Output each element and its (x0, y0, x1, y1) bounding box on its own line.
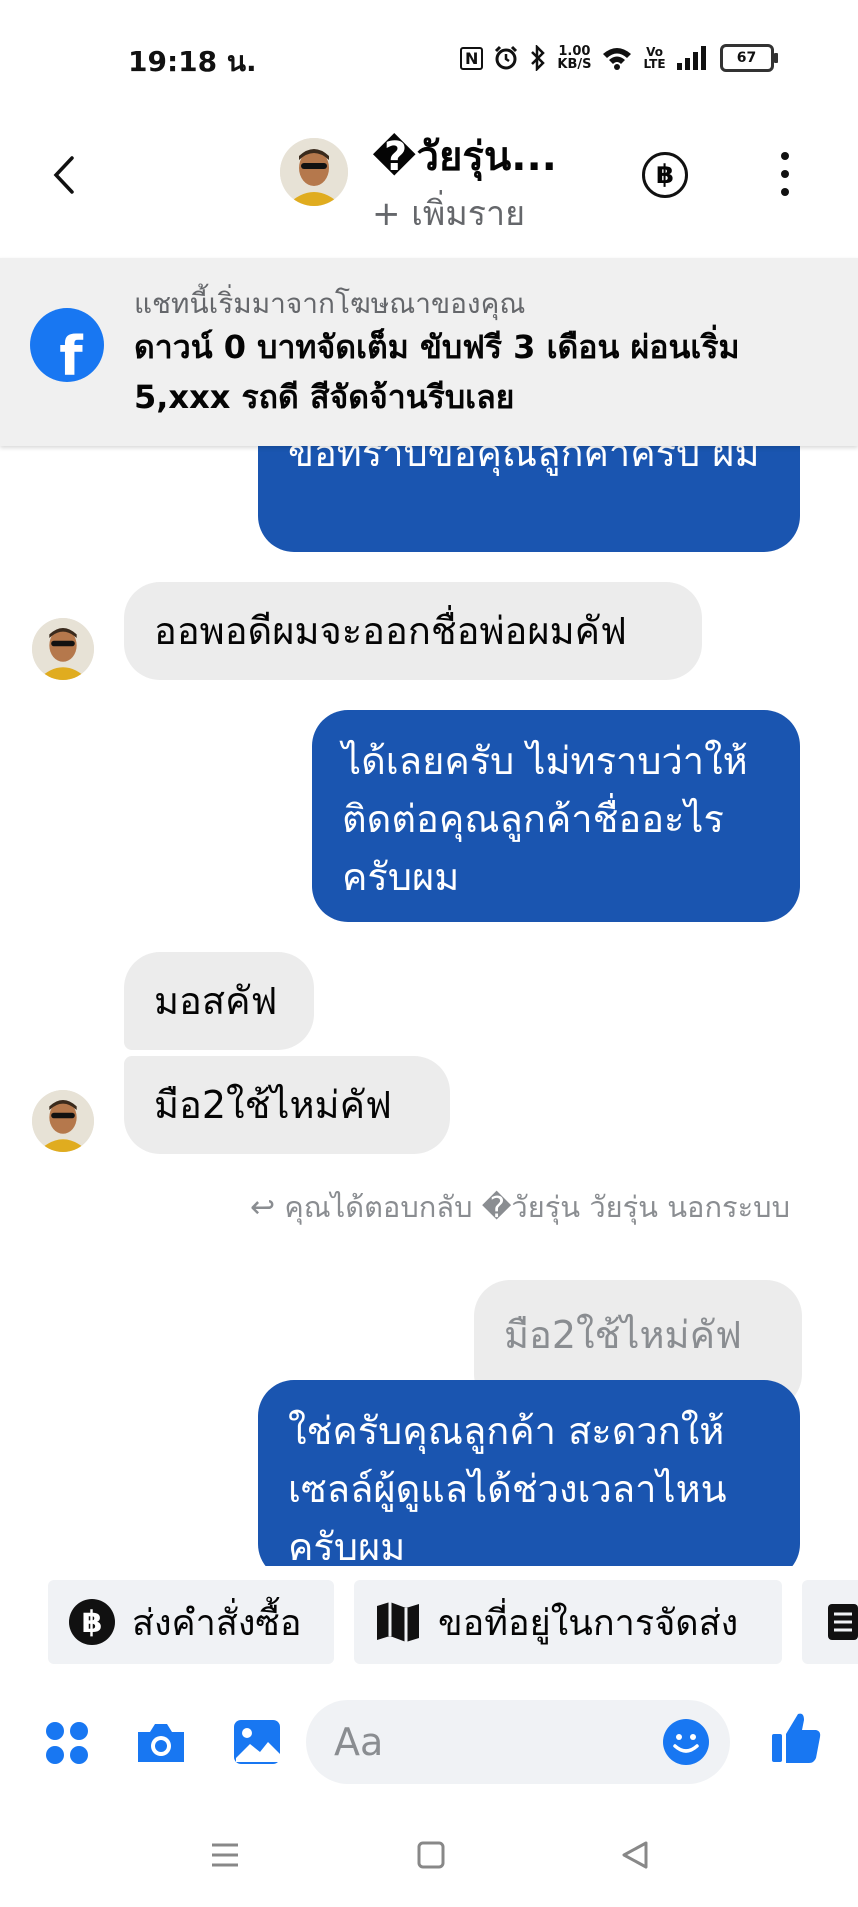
ad-origin-label: แชทนี้เริ่มมาจากโฆษณาของคุณ (134, 287, 526, 320)
gallery-button[interactable] (232, 1718, 282, 1766)
smiley-icon (663, 1719, 709, 1765)
facebook-icon: f (30, 308, 104, 382)
baht-circle-icon: ฿ (68, 1598, 116, 1646)
sender-avatar[interactable] (32, 618, 94, 680)
svg-text:฿: ฿ (82, 1605, 103, 1640)
emoji-button[interactable] (662, 1718, 710, 1766)
camera-button[interactable] (134, 1720, 188, 1766)
chat-subtitle[interactable]: + เพิ่มราย (372, 186, 525, 240)
back-nav-button[interactable] (620, 1840, 650, 1870)
home-button[interactable] (416, 1840, 446, 1870)
status-icons: N 1.00 KB/S Vo LTE 67 (460, 38, 778, 78)
volte-indicator: Vo LTE (643, 45, 666, 71)
status-time: 19:18 น. (128, 45, 257, 78)
apps-grid-icon (46, 1722, 88, 1764)
wifi-icon (603, 48, 632, 70)
message-bubble-incoming[interactable]: มอสคัฟ (124, 952, 314, 1050)
menu-icon (212, 1843, 238, 1867)
quick-reply-send-order[interactable]: ฿ ส่งคำสั่งซื้อ (48, 1580, 334, 1664)
triangle-back-icon (622, 1841, 648, 1869)
ad-title: ดาวน์ 0 บาทจัดเต็ม ขับฟรี 3 เดือน ผ่อนเร… (134, 328, 740, 416)
network-speed: 1.00 KB/S (557, 44, 592, 72)
map-icon (374, 1598, 422, 1646)
baht-icon: ฿ (655, 160, 675, 190)
list-icon (826, 1598, 858, 1646)
alarm-icon (495, 45, 518, 70)
message-bubble-incoming[interactable]: มือ2ใช้ไหม่คัฟ (124, 1056, 450, 1154)
message-bubble-incoming[interactable]: ออพอดีผมจะออกชื่อพ่อผมคัฟ (124, 582, 702, 680)
contact-avatar[interactable] (280, 138, 348, 206)
square-icon (417, 1841, 445, 1869)
recents-button[interactable] (210, 1840, 240, 1870)
reply-indicator: ↩ คุณได้ตอบกลับ �วัยรุ่น วัยรุ่น นอกระบบ (250, 1190, 790, 1225)
reply-arrow-icon: ↩ (250, 1190, 276, 1225)
camera-icon (138, 1724, 184, 1762)
chevron-left-icon (53, 156, 74, 194)
chat-title[interactable]: �วัยรุ่น... (372, 124, 557, 188)
more-dot-icon (781, 152, 789, 160)
more-options-button[interactable] (775, 152, 795, 196)
quick-reply-more[interactable] (802, 1580, 858, 1664)
payment-button[interactable]: ฿ (642, 152, 688, 198)
message-bubble-outgoing[interactable]: ได้เลยครับ ไม่ทราบว่าให้ติดต่อคุณลูกค้าช… (312, 710, 800, 922)
bluetooth-icon (531, 45, 546, 71)
nfc-icon: N (460, 46, 484, 70)
like-button[interactable] (770, 1710, 822, 1766)
signal-icon (676, 46, 706, 70)
apps-button[interactable] (44, 1720, 90, 1766)
battery-indicator: 67 (719, 44, 778, 72)
message-bubble-outgoing[interactable]: ใช่ครับคุณลูกค้า สะดวกให้เซลล์ผู้ดูแลได้… (258, 1380, 800, 1580)
thumbs-up-icon (772, 1713, 821, 1763)
image-icon (234, 1720, 280, 1764)
quick-reply-shipping-address[interactable]: ขอที่อยู่ในการจัดส่ง (354, 1580, 782, 1664)
back-button[interactable] (44, 150, 84, 200)
sender-avatar[interactable] (32, 1090, 94, 1152)
